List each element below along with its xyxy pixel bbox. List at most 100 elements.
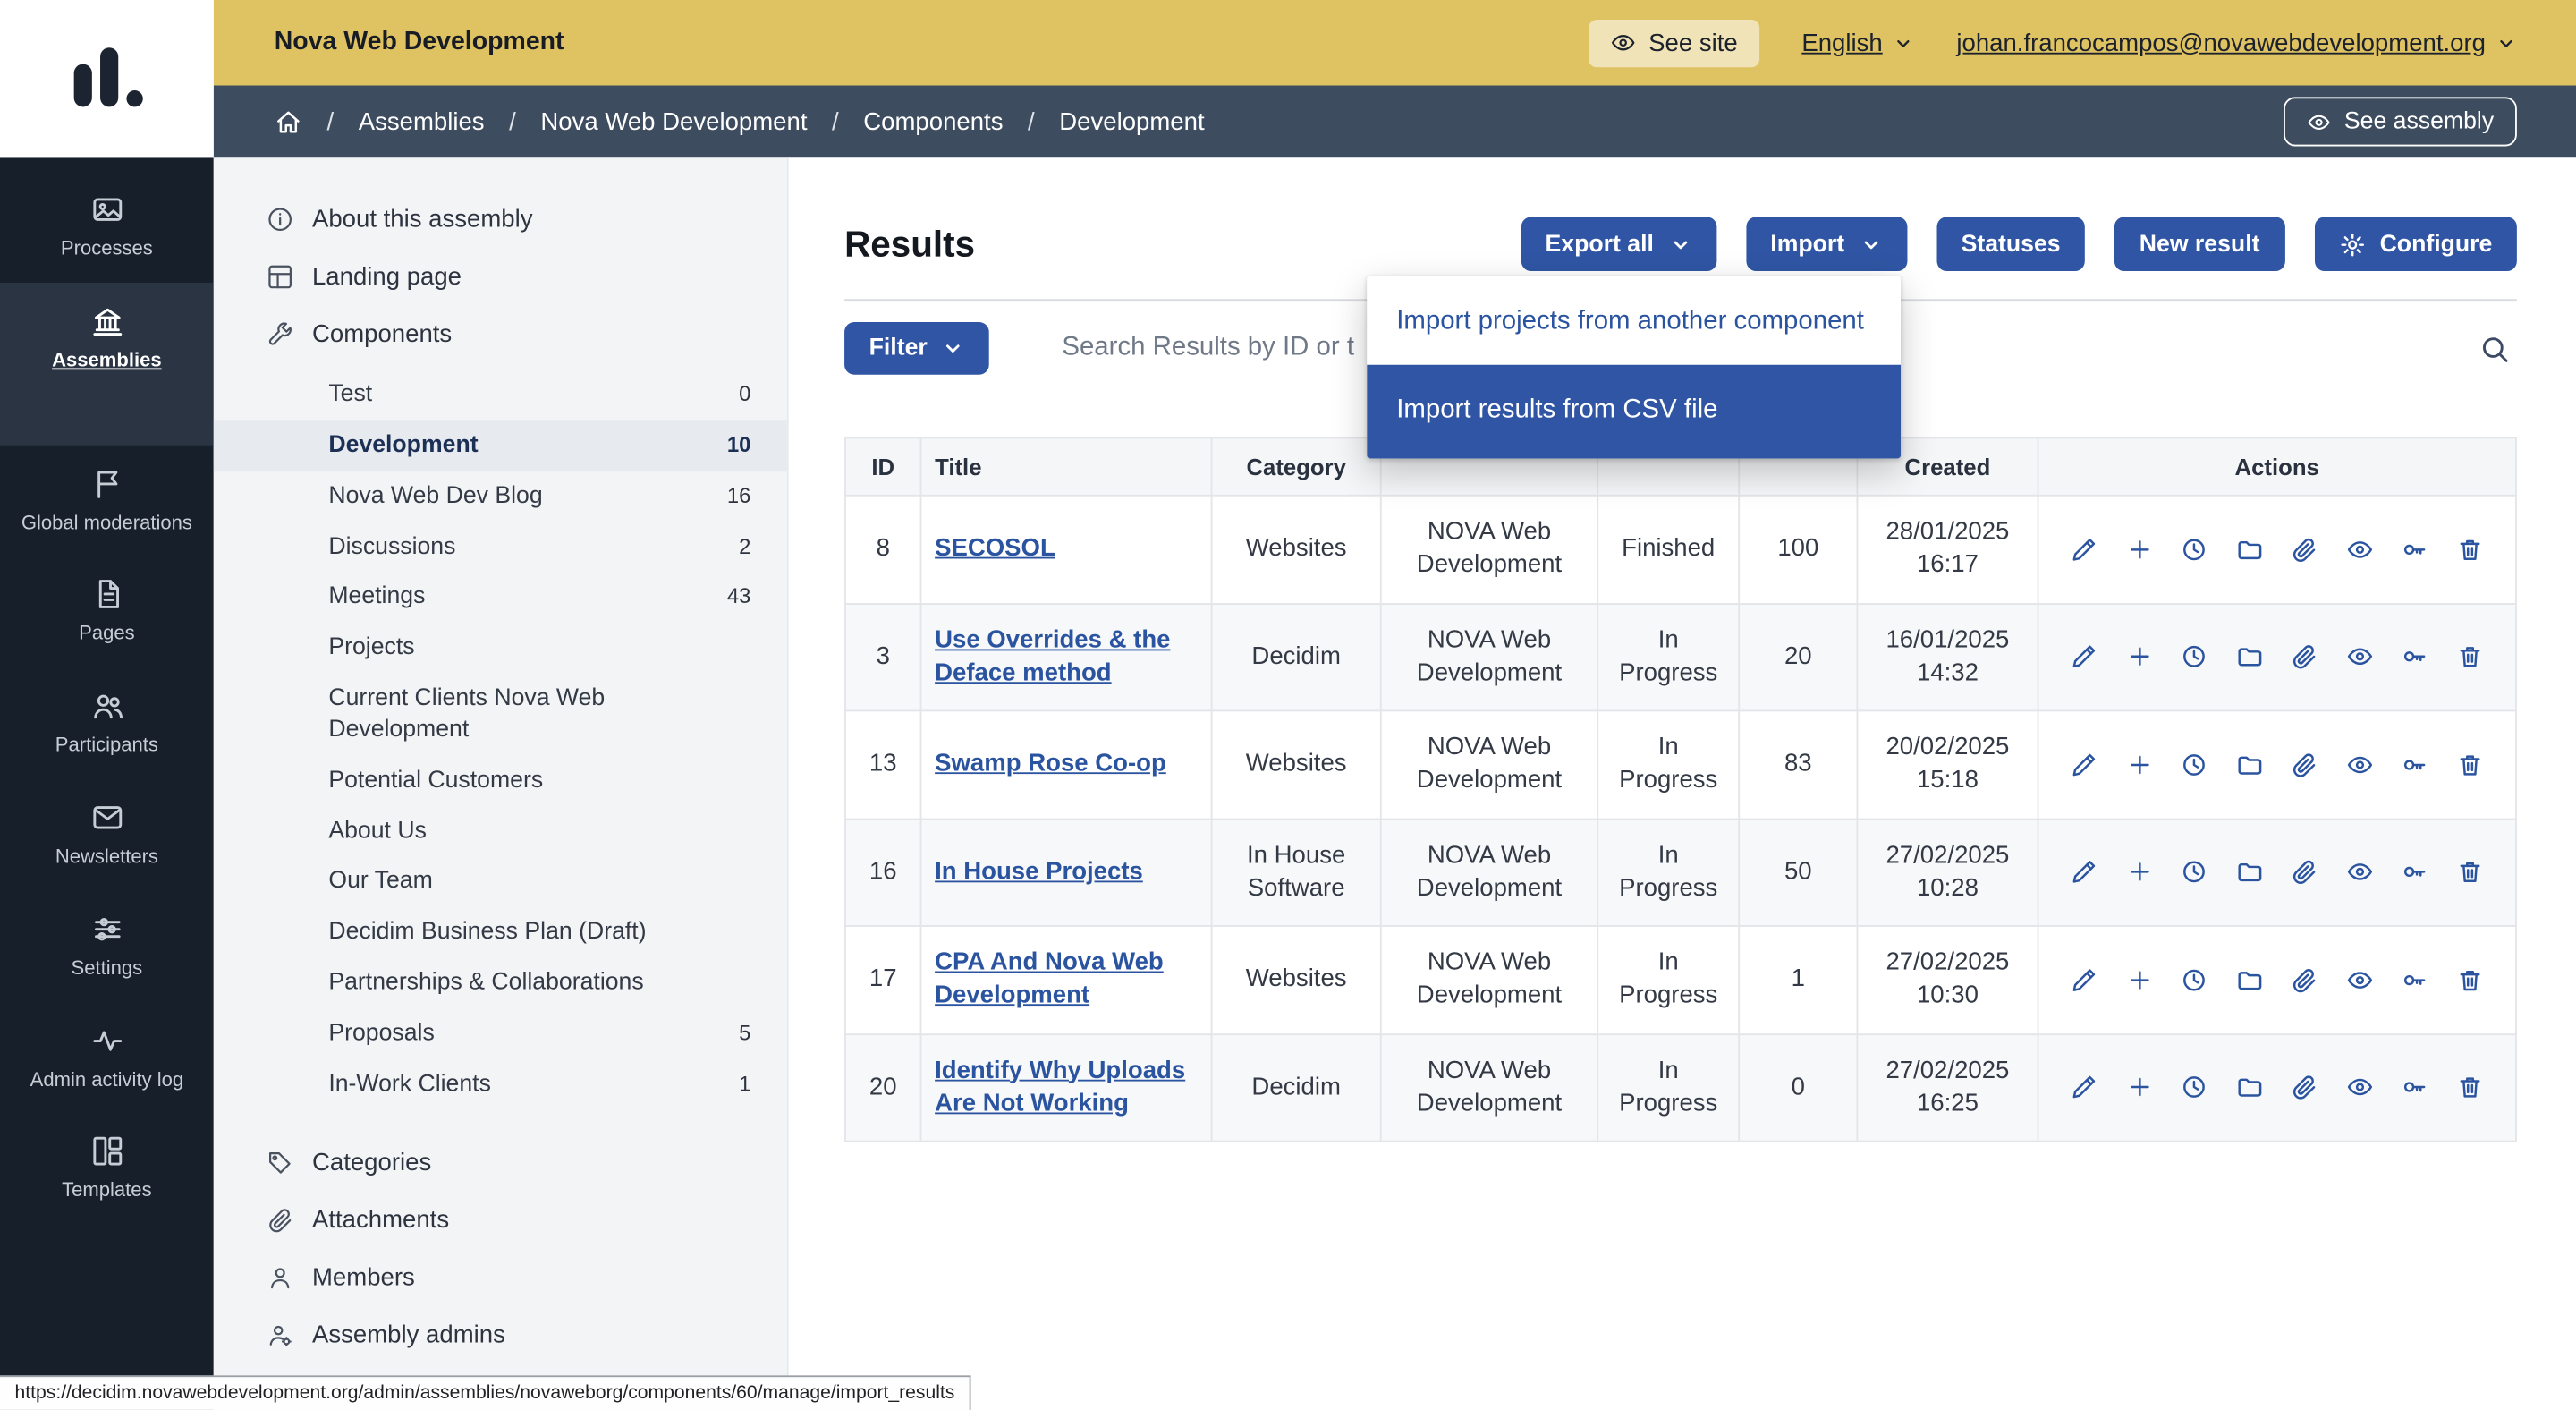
action-attachments-button[interactable] (2291, 858, 2318, 886)
component-item-about-us[interactable]: About Us (214, 806, 787, 857)
action-attachments-button[interactable] (2291, 1074, 2318, 1101)
component-item-decidim-business-plan-draft[interactable]: Decidim Business Plan (Draft) (214, 907, 787, 958)
sidebar-item-newsletters[interactable]: Newsletters (0, 779, 214, 891)
component-item-potential-customers[interactable]: Potential Customers (214, 755, 787, 806)
action-attachments-button[interactable] (2291, 643, 2318, 671)
action-preview-button[interactable] (2345, 535, 2373, 563)
breadcrumb-item-nova-web-development[interactable]: Nova Web Development (540, 107, 807, 135)
sidebar-item-participants[interactable]: Participants (0, 667, 214, 779)
assembly-menu-item-components[interactable]: Components (214, 306, 787, 363)
action-history-button[interactable] (2181, 751, 2208, 778)
action-edit-button[interactable] (2071, 535, 2098, 563)
sidebar-item-pages[interactable]: Pages (0, 556, 214, 668)
action-permissions-button[interactable] (2401, 858, 2428, 886)
column-header-title[interactable]: Title (920, 437, 1211, 495)
action-permissions-button[interactable] (2401, 535, 2428, 563)
action-delete-button[interactable] (2455, 643, 2483, 671)
component-item-projects[interactable]: Projects (214, 624, 787, 675)
action-folder-button[interactable] (2235, 966, 2263, 994)
action-history-button[interactable] (2181, 535, 2208, 563)
action-edit-button[interactable] (2071, 858, 2098, 886)
action-permissions-button[interactable] (2401, 751, 2428, 778)
sidebar-item-templates[interactable]: Templates (0, 1113, 214, 1225)
action-new-button[interactable] (2125, 643, 2153, 671)
component-item-development[interactable]: Development10 (214, 420, 787, 471)
see-assembly-button[interactable]: See assembly (2284, 97, 2517, 146)
assembly-menu-item-attachments[interactable]: Attachments (214, 1191, 787, 1248)
component-item-in-work-clients[interactable]: In-Work Clients1 (214, 1059, 787, 1110)
component-item-proposals[interactable]: Proposals5 (214, 1009, 787, 1060)
action-permissions-button[interactable] (2401, 1074, 2428, 1101)
result-title-link[interactable]: Swamp Rose Co-op (935, 750, 1166, 777)
action-folder-button[interactable] (2235, 858, 2263, 886)
assembly-menu-item-members[interactable]: Members (214, 1248, 787, 1305)
site-logo[interactable] (0, 0, 214, 157)
sidebar-item-global-moderations[interactable]: Global moderations (0, 445, 214, 556)
action-preview-button[interactable] (2345, 966, 2373, 994)
action-history-button[interactable] (2181, 643, 2208, 671)
import-menu-item-import-projects-from-another-component[interactable]: Import projects from another component (1367, 276, 1901, 366)
action-preview-button[interactable] (2345, 751, 2373, 778)
action-new-button[interactable] (2125, 535, 2153, 563)
sidebar-item-processes[interactable]: Processes (0, 171, 214, 283)
action-new-button[interactable] (2125, 1074, 2153, 1101)
action-attachments-button[interactable] (2291, 966, 2318, 994)
action-attachments-button[interactable] (2291, 751, 2318, 778)
action-preview-button[interactable] (2345, 1074, 2373, 1101)
sidebar-item-admin-activity-log[interactable]: Admin activity log (0, 1002, 214, 1114)
action-folder-button[interactable] (2235, 643, 2263, 671)
search-button[interactable] (2472, 327, 2517, 371)
assembly-menu-item-assembly-admins[interactable]: Assembly admins (214, 1306, 787, 1363)
action-new-button[interactable] (2125, 858, 2153, 886)
language-selector[interactable]: English (1801, 29, 1913, 56)
sidebar-item-assemblies[interactable]: Assemblies (0, 283, 214, 445)
export-all-button[interactable]: Export all (1521, 217, 1716, 271)
component-item-test[interactable]: Test0 (214, 369, 787, 420)
action-edit-button[interactable] (2071, 1074, 2098, 1101)
sidebar-item-settings[interactable]: Settings (0, 890, 214, 1002)
component-item-discussions[interactable]: Discussions2 (214, 522, 787, 573)
action-delete-button[interactable] (2455, 535, 2483, 563)
component-item-current-clients-nova-web-development[interactable]: Current Clients Nova Web Development (214, 674, 787, 755)
result-title-link[interactable]: Use Overrides & the Deface method (935, 625, 1170, 686)
import-button[interactable]: Import (1746, 217, 1907, 271)
action-preview-button[interactable] (2345, 643, 2373, 671)
action-permissions-button[interactable] (2401, 643, 2428, 671)
column-header-id[interactable]: ID (845, 437, 920, 495)
assembly-menu-item-landing-page[interactable]: Landing page (214, 248, 787, 305)
result-title-link[interactable]: In House Projects (935, 857, 1143, 885)
component-item-meetings[interactable]: Meetings43 (214, 573, 787, 624)
assembly-menu-item-categories[interactable]: Categories (214, 1134, 787, 1191)
action-delete-button[interactable] (2455, 966, 2483, 994)
breadcrumb-home[interactable] (275, 107, 302, 135)
action-delete-button[interactable] (2455, 858, 2483, 886)
action-preview-button[interactable] (2345, 858, 2373, 886)
component-item-partnerships-collaborations[interactable]: Partnerships & Collaborations (214, 958, 787, 1009)
import-menu-item-import-results-from-csv-file[interactable]: Import results from CSV file (1367, 365, 1901, 458)
action-history-button[interactable] (2181, 858, 2208, 886)
see-site-button[interactable]: See site (1588, 19, 1758, 66)
statuses-button[interactable]: Statuses (1936, 217, 2085, 271)
result-title-link[interactable]: Identify Why Uploads Are Not Working (935, 1056, 1185, 1117)
component-item-our-team[interactable]: Our Team (214, 857, 787, 908)
assembly-menu-item-about-this-assembly[interactable]: About this assembly (214, 191, 787, 248)
action-delete-button[interactable] (2455, 1074, 2483, 1101)
action-folder-button[interactable] (2235, 535, 2263, 563)
action-edit-button[interactable] (2071, 966, 2098, 994)
action-new-button[interactable] (2125, 966, 2153, 994)
user-menu[interactable]: johan.francocampos@novawebdevelopment.or… (1956, 29, 2516, 56)
action-attachments-button[interactable] (2291, 535, 2318, 563)
breadcrumb-item-components[interactable]: Components (863, 107, 1003, 135)
new-result-button[interactable]: New result (2114, 217, 2284, 271)
component-item-nova-web-dev-blog[interactable]: Nova Web Dev Blog16 (214, 471, 787, 522)
filter-button[interactable]: Filter (844, 322, 989, 375)
action-folder-button[interactable] (2235, 1074, 2263, 1101)
configure-button[interactable]: Configure (2314, 217, 2517, 271)
action-new-button[interactable] (2125, 751, 2153, 778)
action-edit-button[interactable] (2071, 751, 2098, 778)
action-delete-button[interactable] (2455, 751, 2483, 778)
result-title-link[interactable]: CPA And Nova Web Development (935, 948, 1164, 1009)
result-title-link[interactable]: SECOSOL (935, 534, 1055, 562)
breadcrumb-item-assemblies[interactable]: Assemblies (359, 107, 485, 135)
action-edit-button[interactable] (2071, 643, 2098, 671)
